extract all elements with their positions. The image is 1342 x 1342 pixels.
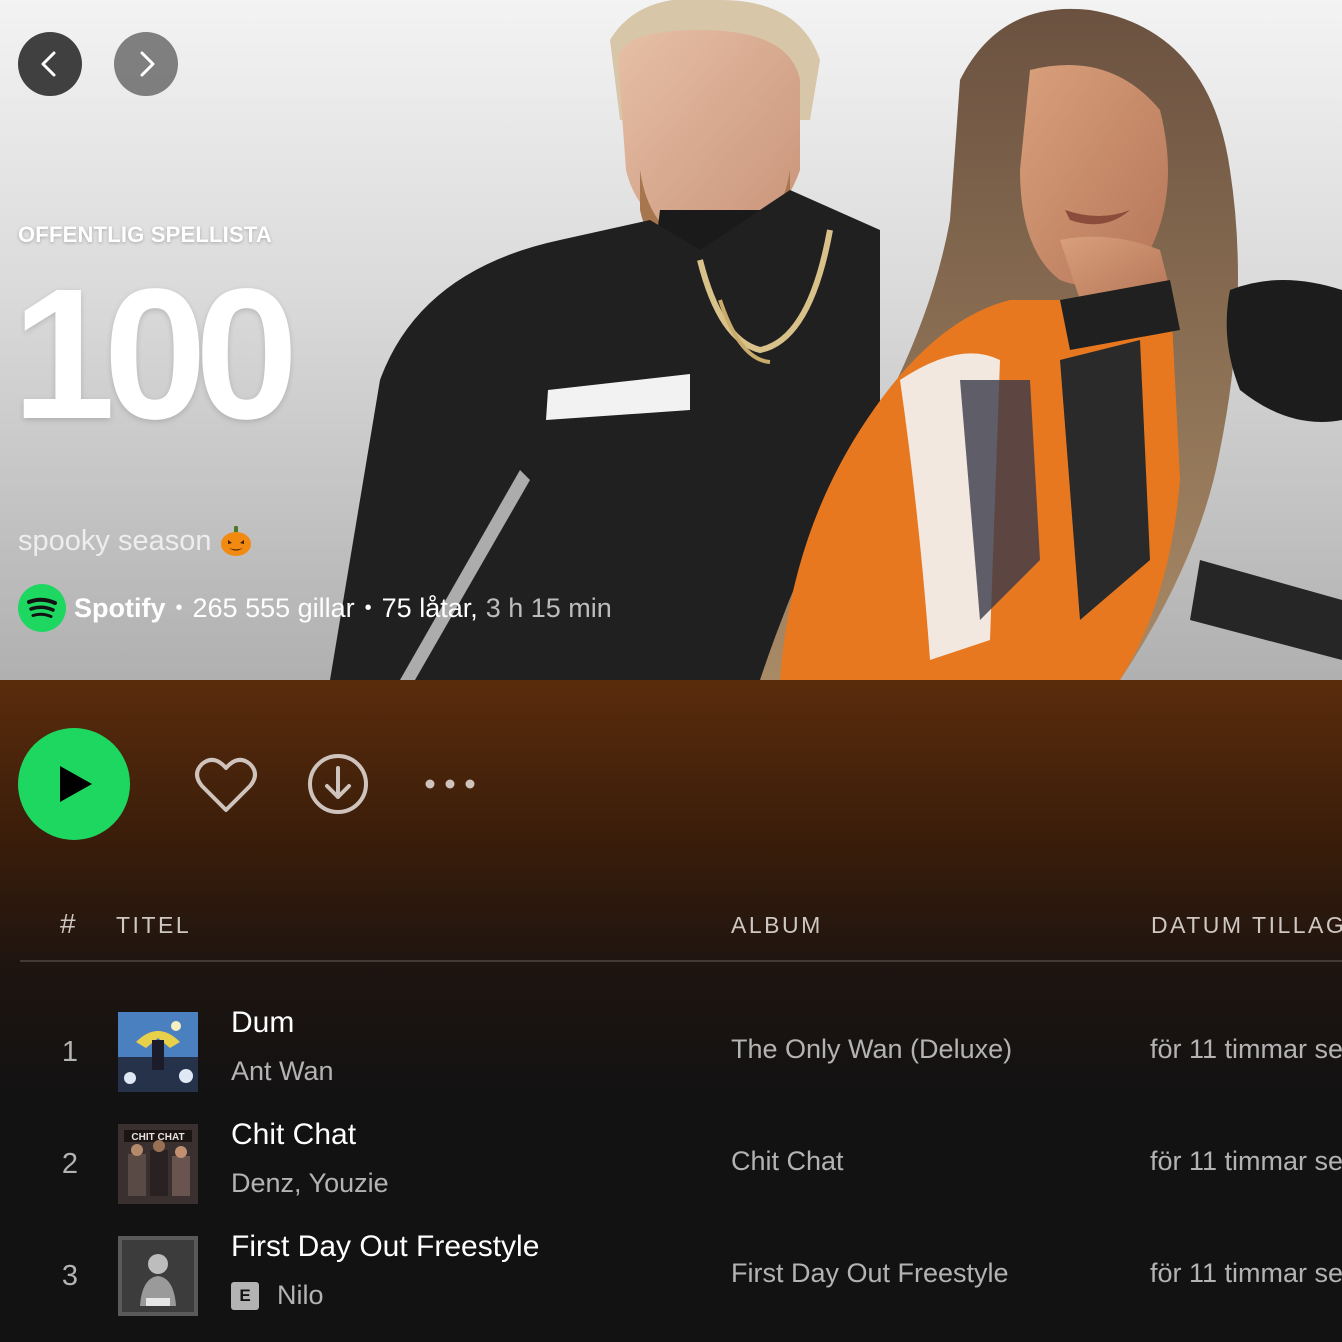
track-date-added: för 11 timmar se <box>1150 1034 1342 1064</box>
header-album[interactable]: ALBUM <box>731 912 823 939</box>
track-row[interactable]: 3 First Day Out Freestyle E Nilo First D… <box>0 1220 1342 1332</box>
track-album[interactable]: First Day Out Freestyle <box>731 1258 1009 1289</box>
track-number: 3 <box>61 1260 79 1292</box>
album-cover <box>118 1236 198 1316</box>
track-date-added: för 11 timmar se <box>1150 1146 1342 1176</box>
track-number: 1 <box>61 1036 79 1068</box>
play-icon <box>60 766 92 802</box>
track-number: 2 <box>61 1148 79 1180</box>
download-icon <box>308 754 368 814</box>
playlist-meta: Spotify • 265 555 gillar • 75 låtar, 3 h… <box>18 584 612 632</box>
playlist-header: OFFENTLIG SPELLISTA 100 spooky season Sp… <box>0 0 1342 680</box>
track-artist: E Nilo <box>231 1280 324 1311</box>
separator-dot: • <box>175 596 183 619</box>
heart-icon <box>195 757 257 812</box>
playlist-content: # TITEL ALBUM DATUM TILLAG 1 Dum Ant Wan… <box>0 680 1342 1342</box>
album-cover: CHIT CHAT <box>118 1124 198 1204</box>
track-title[interactable]: Dum <box>231 1006 294 1040</box>
pumpkin-icon <box>221 526 252 556</box>
header-title[interactable]: TITEL <box>116 912 191 939</box>
like-button[interactable] <box>192 752 260 818</box>
separator-dot: • <box>364 596 372 619</box>
play-button[interactable] <box>18 728 130 840</box>
more-icon <box>425 779 475 789</box>
playlist-title: 100 <box>12 251 298 458</box>
track-album[interactable]: Chit Chat <box>731 1146 844 1177</box>
track-title[interactable]: Chit Chat <box>231 1118 356 1152</box>
track-artist[interactable]: Ant Wan <box>231 1056 334 1087</box>
chevron-left-icon <box>41 51 56 77</box>
track-title[interactable]: First Day Out Freestyle <box>231 1230 539 1264</box>
header-date-added[interactable]: DATUM TILLAG <box>1151 912 1342 939</box>
spotify-logo-icon[interactable] <box>18 584 66 632</box>
artist-name[interactable]: Nilo <box>277 1280 324 1311</box>
track-row[interactable]: 1 Dum Ant Wan The Only Wan (Deluxe) för … <box>0 996 1342 1108</box>
explicit-badge: E <box>231 1281 259 1310</box>
header-number: # <box>60 908 79 939</box>
total-duration: 3 h 15 min <box>485 592 612 623</box>
back-button[interactable] <box>18 32 82 96</box>
chevron-right-icon <box>140 51 155 77</box>
track-row[interactable]: 2 CHIT CHAT Chit Chat Denz, Youzie Chit … <box>0 1108 1342 1220</box>
owner-link[interactable]: Spotify <box>74 593 166 624</box>
header-divider <box>20 960 1342 962</box>
description-text: spooky season <box>18 524 212 557</box>
album-cover <box>118 1012 198 1092</box>
track-date-added: för 11 timmar se <box>1150 1258 1342 1288</box>
playlist-type-label: OFFENTLIG SPELLISTA <box>18 222 272 247</box>
playlist-description: spooky season <box>18 524 253 558</box>
track-artist[interactable]: Denz, Youzie <box>231 1168 389 1199</box>
forward-button[interactable] <box>114 32 178 96</box>
more-options-button[interactable] <box>420 772 480 796</box>
track-album[interactable]: The Only Wan (Deluxe) <box>731 1034 1012 1065</box>
download-button[interactable] <box>306 752 370 816</box>
likes-count: 265 555 gillar <box>192 592 355 623</box>
track-count: 75 låtar, <box>381 592 478 623</box>
